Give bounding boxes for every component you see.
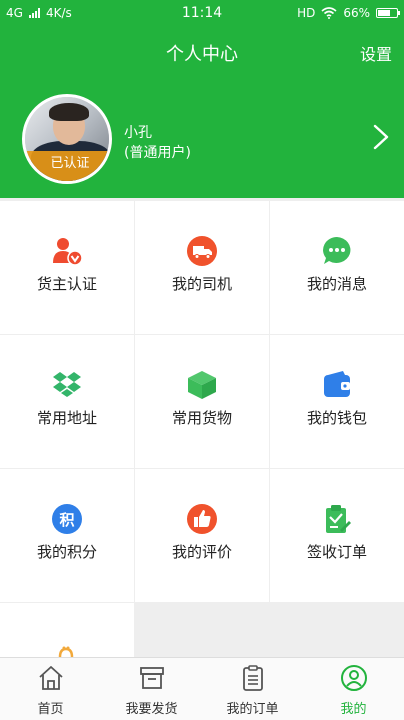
grid-item-label: 我的评价 [171, 543, 232, 561]
nav-bar: 个人中心 设置 [0, 28, 404, 80]
wifi-icon [321, 7, 337, 19]
grid-item-my-messages[interactable]: 我的消息 [270, 201, 404, 334]
grid-item-label: 我的司机 [171, 275, 232, 293]
chat-bubble-icon [323, 237, 351, 264]
tab-label: 首页 [37, 702, 64, 717]
verified-badge: 已认证 [25, 151, 109, 181]
clipboard-sign-icon [326, 505, 351, 533]
home-icon [38, 666, 63, 690]
tab-home[interactable]: 首页 [0, 658, 101, 720]
tab-label: 我要发货 [125, 702, 178, 717]
avatar-hair [49, 103, 89, 121]
shipper-verify-icon [53, 238, 83, 266]
chevron-right-icon [373, 124, 389, 150]
grid-item-label: 常用货物 [171, 409, 232, 427]
box-icon [139, 667, 164, 689]
grid-item-common-address[interactable]: 常用地址 [0, 335, 134, 468]
function-grid: 货主认证 我的司机 我的消息 常用地址 常用货物 我的钱包 积 我的积分 我的评… [0, 201, 404, 657]
battery-fill [378, 10, 390, 16]
tab-label: 我的订单 [226, 702, 279, 717]
grid-item-my-points[interactable]: 积 我的积分 [0, 469, 134, 602]
grid-item-label: 我的消息 [306, 275, 367, 293]
truck-icon [187, 236, 217, 266]
status-bar: 4G 4K/s 11:14 HD 66% [0, 0, 404, 28]
hd-indicator: HD [297, 6, 316, 20]
status-right: HD 66% [297, 6, 400, 20]
dropbox-icon [53, 372, 81, 397]
grid-item-my-drivers[interactable]: 我的司机 [135, 201, 269, 334]
tab-ship[interactable]: 我要发货 [101, 658, 202, 720]
bottom-tab-bar: 首页 我要发货 我的订单 我的 [0, 657, 404, 720]
user-name: 小孔 [124, 125, 152, 141]
points-icon: 积 [52, 504, 82, 534]
grid-item-common-goods[interactable]: 常用货物 [135, 335, 269, 468]
tab-orders[interactable]: 我的订单 [202, 658, 303, 720]
grid-item-label: 我的钱包 [306, 409, 367, 427]
partial-icon [58, 646, 74, 657]
settings-button[interactable]: 设置 [360, 41, 392, 65]
grid-item-label: 签收订单 [306, 543, 367, 561]
profile-card[interactable]: 已认证 小孔 (普通用户) [0, 80, 404, 198]
tab-mine[interactable]: 我的 [303, 658, 404, 720]
grid-item-label: 我的积分 [36, 543, 97, 561]
grid-item-sign-orders[interactable]: 签收订单 [270, 469, 404, 602]
grid-item-label: 常用地址 [36, 409, 97, 427]
grid-item-my-wallet[interactable]: 我的钱包 [270, 335, 404, 468]
cube-box-icon [188, 371, 216, 399]
profile-icon [340, 665, 367, 691]
wallet-icon [324, 371, 350, 397]
grid-item-label: 货主认证 [36, 275, 97, 293]
tab-label: 我的 [340, 702, 367, 717]
grid-item-partial[interactable] [0, 603, 134, 657]
user-role: (普通用户) [124, 145, 191, 161]
battery-percent: 66% [343, 6, 370, 20]
grid-item-shipper-verify[interactable]: 货主认证 [0, 201, 134, 334]
grid-item-my-reviews[interactable]: 我的评价 [135, 469, 269, 602]
svg-text:积: 积 [59, 511, 74, 529]
avatar[interactable]: 已认证 [22, 94, 112, 184]
battery-icon [376, 8, 400, 18]
page-title: 个人中心 [166, 44, 238, 65]
order-list-icon [242, 665, 263, 691]
thumbs-up-icon [187, 504, 217, 534]
